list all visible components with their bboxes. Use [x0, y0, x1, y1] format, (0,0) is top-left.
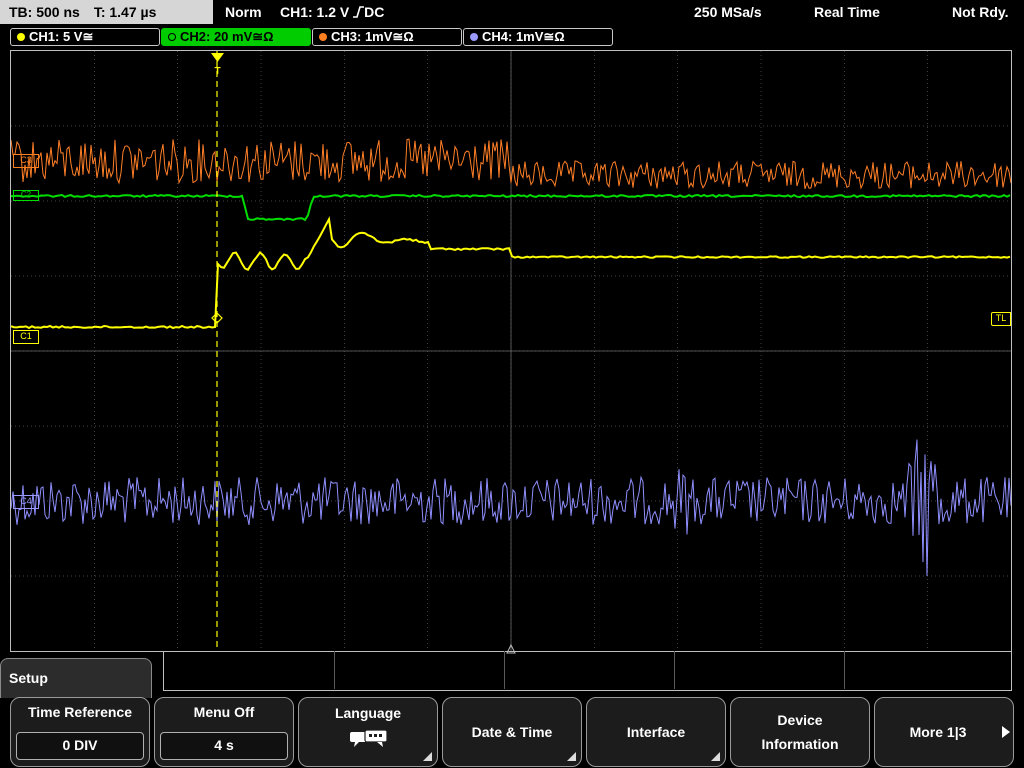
date-time-softkey[interactable]: Date & Time: [442, 697, 582, 767]
ch2-ref-text: C2: [20, 190, 32, 199]
ch3-label: CH3: 1mV≅Ω: [331, 29, 414, 44]
time-reference-label: Time Reference: [27, 704, 132, 720]
ch2-reference-marker[interactable]: C2: [13, 190, 39, 201]
strip-divider: [674, 651, 675, 689]
acquisition-status: Not Rdy.: [952, 4, 1009, 20]
more-softkey[interactable]: More 1|3: [874, 697, 1014, 767]
language-softkey[interactable]: Language: [298, 697, 438, 767]
menu-title-tab: Setup: [0, 658, 152, 698]
more-label: More 1|3: [909, 724, 967, 740]
ch3-ref-text: C3: [20, 155, 32, 165]
trigger-level-marker[interactable]: TL: [991, 312, 1011, 326]
date-time-label: Date & Time: [471, 724, 553, 740]
acquisition-mode[interactable]: Real Time: [814, 0, 880, 24]
channel-tab-ch1[interactable]: CH1: 5 V≅: [10, 28, 160, 46]
trace-path: [11, 193, 1011, 222]
device-information-label-1: Device: [777, 712, 823, 728]
status-bar: TB: 500 ns T: 1.47 µs Norm CH1: 1.2 V DC …: [0, 0, 1024, 25]
trigger-level-text: TL: [995, 313, 1007, 323]
trigger-position-arrow[interactable]: T: [211, 53, 224, 77]
strip-divider: [504, 651, 505, 689]
channel-tab-ch4[interactable]: CH4: 1mV≅Ω: [463, 28, 613, 46]
time-reference-value: 0 DIV: [16, 732, 144, 760]
sample-rate: 250 MSa/s: [694, 4, 762, 20]
timebase-box[interactable]: TB: 500 ns T: 1.47 µs: [0, 0, 213, 24]
speech-bubbles-icon: [349, 729, 389, 749]
waveform-canvas: [11, 51, 1011, 651]
menu-off-softkey[interactable]: Menu Off 4 s: [154, 697, 294, 767]
channel-tab-ch3[interactable]: CH3: 1mV≅Ω: [312, 28, 462, 46]
trigger-time-value: T: 1.47 µs: [93, 4, 157, 20]
trigger-source[interactable]: CH1: 1.2 V DC: [280, 0, 384, 24]
ch1-waveform: [11, 216, 1011, 330]
ch4-label: CH4: 1mV≅Ω: [482, 29, 565, 44]
ch4-color-dot: [470, 33, 478, 41]
rising-edge-icon: [353, 1, 365, 18]
interface-label: Interface: [626, 724, 686, 740]
center-time-marker: [506, 641, 516, 654]
coupling-label: DC: [364, 4, 385, 20]
time-reference-softkey[interactable]: Time Reference 0 DIV: [10, 697, 150, 767]
trigger-mode[interactable]: Norm: [225, 0, 262, 24]
ch1-ref-text: C1: [20, 331, 32, 341]
ch1-color-dot: [17, 33, 25, 41]
trace-path: [11, 216, 1011, 330]
trigger-label: T: [214, 66, 220, 75]
ch2-waveform: [11, 193, 1011, 222]
arrow-right-icon: [1002, 725, 1010, 738]
ch2-label: CH2: 20 mV≅Ω: [180, 29, 274, 44]
graticule: [11, 51, 1011, 651]
waveform-display[interactable]: C3 C2 C1 C4 TL T: [10, 50, 1012, 654]
menu-off-label: Menu Off: [193, 704, 255, 720]
ch1-label: CH1: 5 V≅: [29, 29, 94, 44]
device-information-softkey[interactable]: Device Information: [730, 697, 870, 767]
strip-divider: [334, 651, 335, 689]
ch3-reference-marker[interactable]: C3: [13, 154, 39, 168]
interface-softkey[interactable]: Interface: [586, 697, 726, 767]
channel-tab-ch2[interactable]: CH2: 20 mV≅Ω: [161, 28, 311, 46]
ch1-reference-marker[interactable]: C1: [13, 330, 39, 344]
trigger-source-label: CH1: 1.2 V: [280, 4, 350, 20]
submenu-indicator-icon: [423, 752, 432, 761]
ch2-color-dot: [168, 33, 176, 41]
menu-off-value: 4 s: [160, 732, 288, 760]
timebase-value: TB: 500 ns: [9, 4, 80, 20]
menu-title: Setup: [9, 670, 48, 686]
ch4-reference-marker[interactable]: C4: [13, 495, 39, 509]
ch3-color-dot: [319, 33, 327, 41]
submenu-indicator-icon: [567, 752, 576, 761]
menu-tab-strip: [163, 651, 1012, 691]
ch4-ref-text: C4: [20, 496, 32, 506]
language-label: Language: [334, 705, 402, 721]
device-information-label-2: Information: [761, 736, 839, 752]
strip-divider: [844, 651, 845, 689]
submenu-indicator-icon: [711, 752, 720, 761]
